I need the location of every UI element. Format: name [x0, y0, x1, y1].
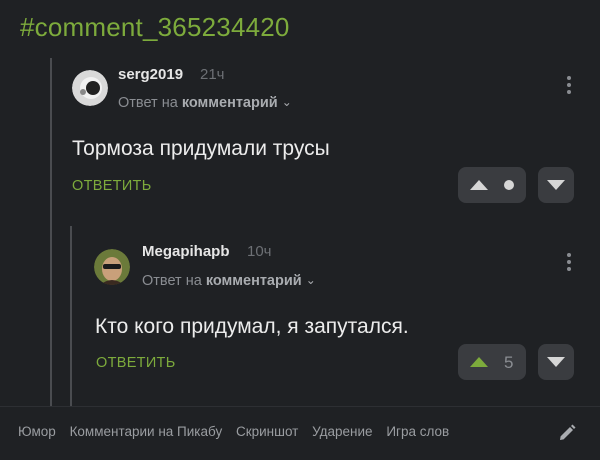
more-options-icon[interactable] — [566, 253, 572, 274]
username[interactable]: Megapihapb — [142, 243, 230, 260]
tag-item[interactable]: Комментарии на Пикабу — [70, 424, 223, 439]
tag-item[interactable]: Ударение — [312, 424, 372, 439]
upvote-button[interactable]: 5 — [458, 344, 526, 380]
score-dot — [504, 180, 514, 190]
arrow-down-icon — [547, 357, 565, 367]
page-header: #comment_365234420 — [0, 0, 600, 58]
username[interactable]: serg2019 — [118, 66, 183, 83]
tag-item[interactable]: Юмор — [18, 424, 56, 439]
arrow-up-icon — [470, 357, 488, 367]
downvote-button[interactable] — [538, 344, 574, 380]
reply-button[interactable]: ОТВЕТИТЬ — [96, 355, 176, 371]
reply-button[interactable]: ОТВЕТИТЬ — [72, 178, 152, 194]
tag-item[interactable]: Скриншот — [236, 424, 298, 439]
reply-to-target: комментарий — [181, 95, 278, 111]
upvote-button[interactable] — [458, 167, 526, 203]
comment-text: Тормоза придумали трусы — [72, 137, 330, 160]
reply-to-prefix: Ответ на — [142, 273, 202, 289]
avatar[interactable] — [94, 249, 130, 285]
tag-list: Юмор Комментарии на Пикабу Скриншот Удар… — [18, 424, 459, 439]
pencil-icon[interactable] — [557, 423, 577, 443]
chevron-down-icon: ⌄ — [305, 273, 316, 287]
divider — [0, 406, 600, 407]
comment-hashtag[interactable]: #comment_365234420 — [20, 12, 290, 43]
comment-time: 21ч — [200, 66, 225, 83]
more-options-icon[interactable] — [566, 76, 572, 97]
comment-time: 10ч — [247, 243, 272, 260]
thread-line — [50, 58, 52, 406]
reply-to-link[interactable]: Ответ на комментарий ⌄ — [142, 273, 316, 289]
arrow-down-icon — [547, 180, 565, 190]
vote-score: 5 — [504, 353, 514, 372]
reply-to-link[interactable]: Ответ на комментарий ⌄ — [118, 95, 292, 111]
tag-item[interactable]: Игра слов — [386, 424, 449, 439]
avatar[interactable] — [72, 70, 108, 106]
chevron-down-icon: ⌄ — [281, 95, 292, 109]
reply-to-target: комментарий — [205, 273, 302, 289]
comment-text: Кто кого придумал, я запутался. — [95, 315, 409, 338]
thread-line — [70, 226, 72, 406]
reply-to-prefix: Ответ на — [118, 95, 178, 111]
arrow-up-icon — [470, 180, 488, 190]
downvote-button[interactable] — [538, 167, 574, 203]
